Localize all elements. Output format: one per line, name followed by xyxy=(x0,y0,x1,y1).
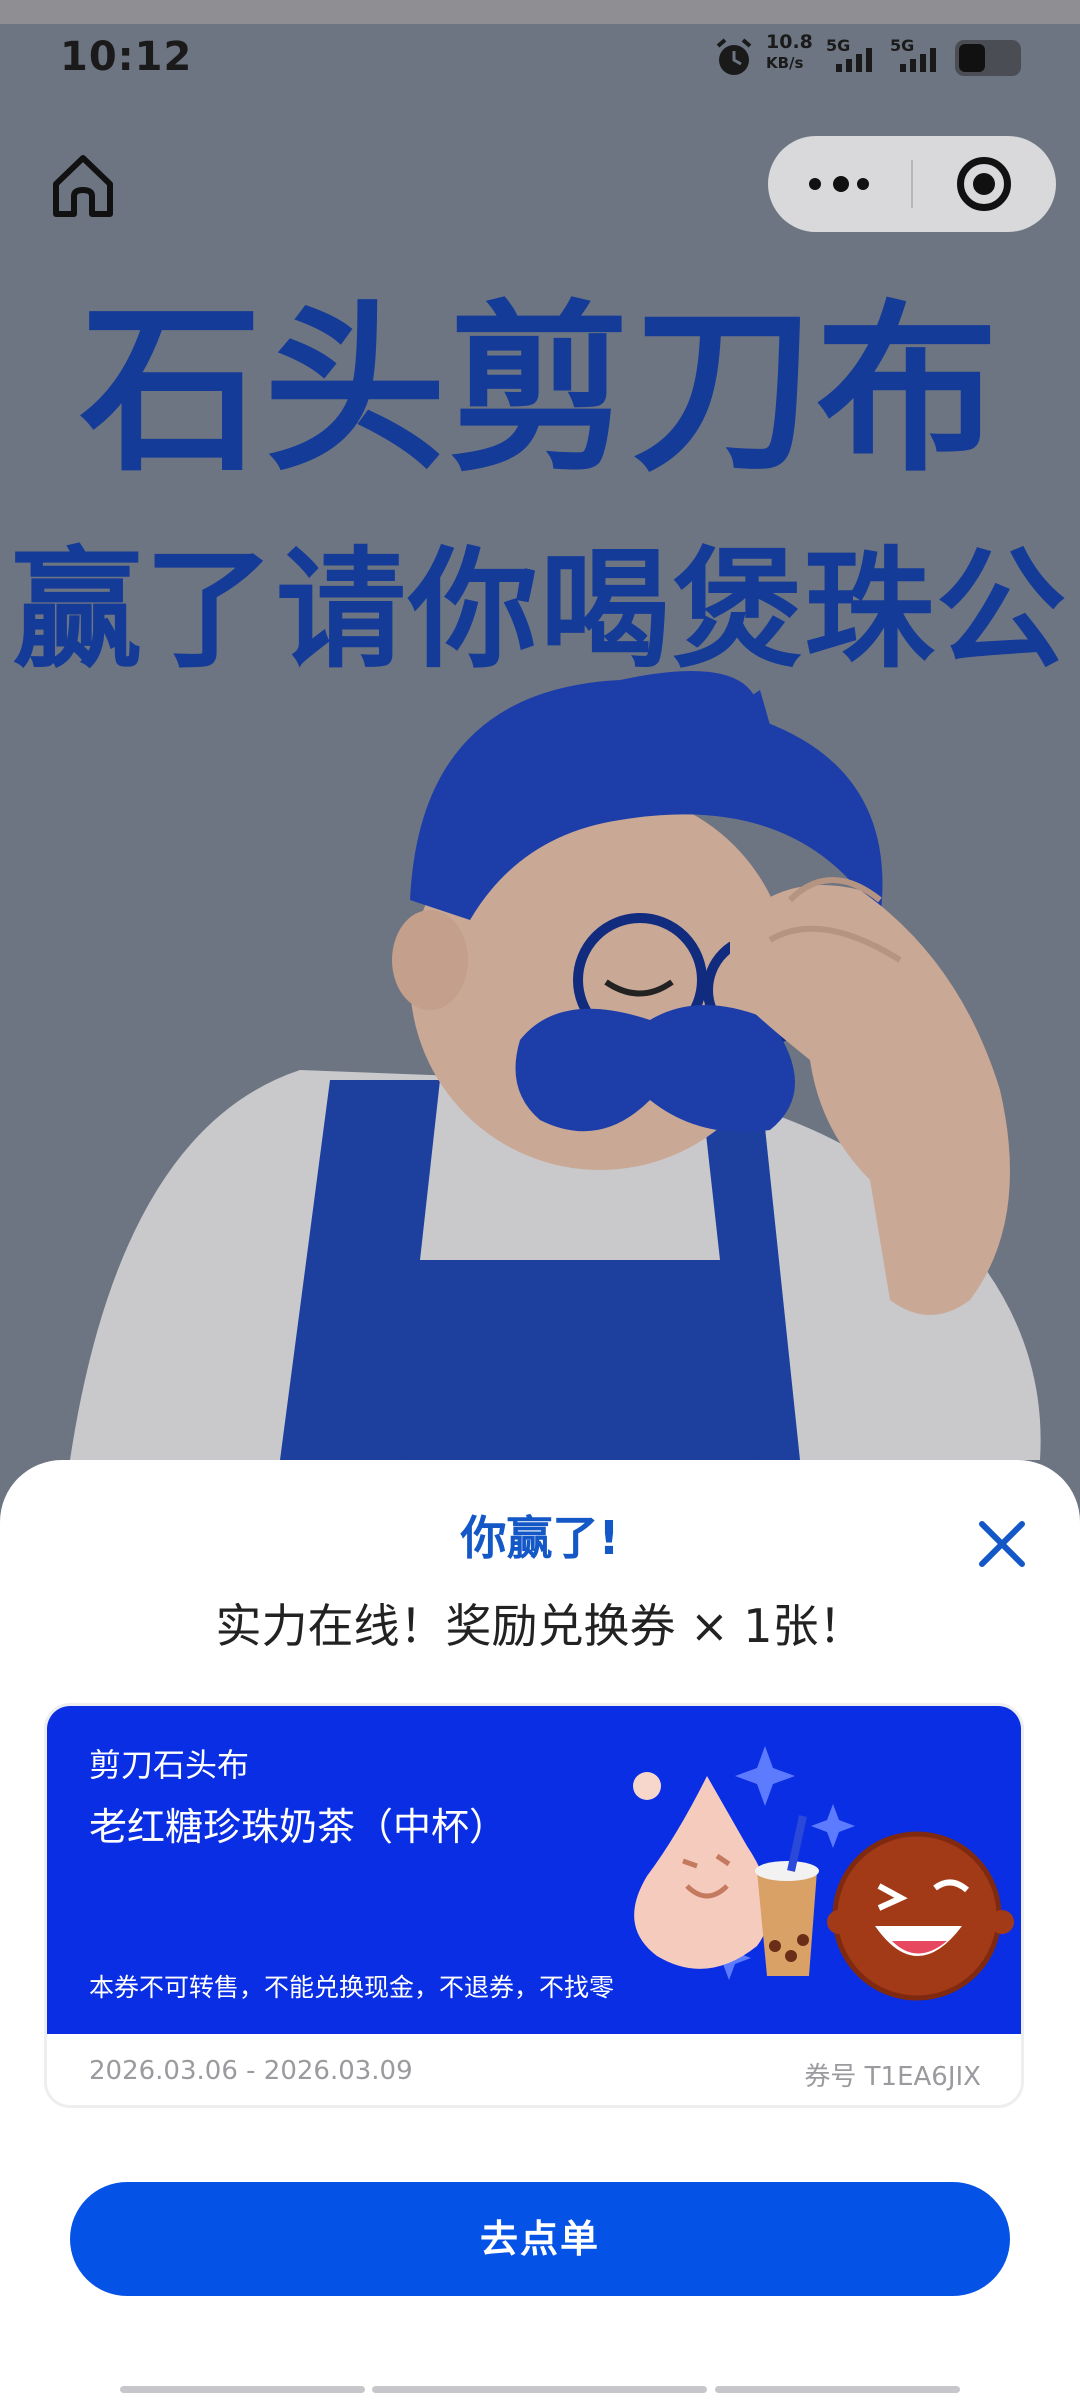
network-speed-value: 10.8 xyxy=(766,31,813,53)
battery-icon xyxy=(955,40,1021,76)
coupon-code: 券号 T1EA6JIX xyxy=(804,2062,981,2092)
close-icon[interactable] xyxy=(968,1510,1036,1578)
milk-tea-mascots-image xyxy=(633,1746,1014,2001)
miniprogram-capsule xyxy=(768,136,1056,232)
alarm-icon xyxy=(716,38,752,75)
top-edge-bar xyxy=(0,0,1080,24)
gesture-bar xyxy=(120,2386,365,2393)
gesture-bar xyxy=(715,2386,960,2393)
network-speed: 10.8 KB/s xyxy=(766,32,813,74)
coupon-terms: 本券不可转售，不能兑换现金，不退券，不找零 xyxy=(89,1973,615,2002)
coupon-valid-dates: 2026.03.06 - 2026.03.09 xyxy=(89,2056,413,2086)
result-sheet: 你赢了! 实力在线！奖励兑换券 × 1张！ 剪刀石头布 老红糖珍珠奶茶（中杯） … xyxy=(0,1460,1080,2400)
more-dots-icon[interactable] xyxy=(768,136,912,232)
order-button[interactable]: 去点单 xyxy=(70,2182,1010,2296)
network-speed-unit: KB/s xyxy=(766,54,804,72)
coupon-brand: 剪刀石头布 xyxy=(89,1746,250,1784)
mascot-illustration xyxy=(70,671,1041,1460)
hero-title: 石头剪刀布 xyxy=(80,284,1000,496)
coupon-card[interactable]: 剪刀石头布 老红糖珍珠奶茶（中杯） 本券不可转售，不能兑换现金，不退券，不找零 xyxy=(44,1703,1024,2108)
status-bar: 10:12 10.8 KB/s 5G 5G xyxy=(0,24,1080,94)
coupon-product: 老红糖珍珠奶茶（中杯） xyxy=(89,1805,508,1849)
coupon-face: 剪刀石头布 老红糖珍珠奶茶（中杯） 本券不可转售，不能兑换现金，不退券，不找零 xyxy=(47,1706,1021,2034)
home-icon[interactable] xyxy=(48,150,118,222)
result-title: 你赢了! xyxy=(460,1511,620,1565)
close-miniprogram-icon[interactable] xyxy=(912,136,1056,232)
gesture-bar xyxy=(372,2386,707,2393)
status-time: 10:12 xyxy=(60,34,193,80)
signal-icon: 5G xyxy=(890,34,954,78)
reward-message: 实力在线！奖励兑换券 × 1张！ xyxy=(215,1599,865,1653)
signal-icon: 5G xyxy=(826,34,890,78)
